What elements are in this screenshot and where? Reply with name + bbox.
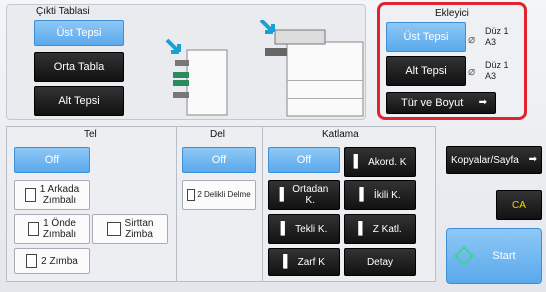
saddle-staple-label: Sirttan Zimba: [124, 218, 154, 240]
center-fold-label: Ortadan K.: [292, 184, 329, 206]
inserter-upper-paper-size: A3: [485, 37, 497, 47]
output-middle-tray-button[interactable]: Orta Tabla: [34, 52, 124, 82]
arrow-right-icon: ➡: [478, 97, 487, 108]
staple-doc-icon: [27, 222, 39, 236]
paper-icon: ⌀: [468, 64, 476, 78]
arrow-right-icon: ➡: [528, 154, 537, 165]
start-diamond-icon: [454, 246, 474, 266]
divider: [176, 126, 177, 282]
fold-icon: ▌: [279, 187, 289, 202]
accordion-fold-label: Akord. K: [368, 156, 407, 168]
accordion-fold-button[interactable]: ▌ Akord. K: [344, 147, 416, 177]
fold-icon: ▌: [280, 221, 290, 236]
book-icon: [106, 222, 121, 236]
staple-one-back-button[interactable]: 1 Arkada Zımbalı: [14, 180, 90, 210]
copies-per-set-button[interactable]: Kopyalar/Sayfa ➡: [446, 146, 542, 174]
inserter-upper-paper-type: Düz 1: [485, 26, 509, 36]
fold-detail-button[interactable]: Detay: [344, 248, 416, 276]
saddle-staple-button[interactable]: Sirttan Zimba: [92, 214, 168, 244]
two-staple-label: 2 Zımba: [41, 255, 78, 267]
output-lower-tray-button[interactable]: Alt Tepsi: [34, 86, 124, 116]
fold-section-title: Katlama: [322, 129, 359, 140]
z-fold-label: Z Katl.: [372, 223, 402, 235]
inserter-lower-paper-type: Düz 1: [485, 60, 509, 70]
envelope-fold-button[interactable]: ▌ Zarf K: [268, 248, 340, 276]
staple-one-back-label: 1 Arkada Zımbalı: [39, 184, 80, 206]
punch-icon: [187, 189, 196, 201]
fold-off-button[interactable]: Off: [268, 147, 340, 173]
clear-all-button[interactable]: CA: [496, 190, 542, 220]
inserter-lower-tray-button[interactable]: Alt Tepsi: [386, 56, 466, 86]
copies-per-set-label: Kopyalar/Sayfa: [451, 154, 519, 166]
staple-off-button[interactable]: Off: [14, 147, 90, 173]
staple-one-front-button[interactable]: 1 Önde Zımbalı: [14, 214, 90, 244]
fold-icon: ▌: [359, 187, 368, 202]
divider: [262, 126, 263, 282]
punch-section-title: Del: [210, 129, 226, 140]
fold-icon: ▌: [283, 254, 292, 269]
two-hole-punch-button[interactable]: 2 Delikli Delme: [182, 180, 256, 210]
type-and-size-label: Tür ve Boyut: [401, 96, 464, 109]
single-fold-label: Tekli K.: [295, 223, 328, 235]
staple-doc-icon: [24, 188, 36, 202]
staple-doc-icon: [26, 254, 38, 268]
inserter-upper-tray-button[interactable]: Üst Tepsi: [386, 22, 466, 52]
fold-icon: ▌: [353, 154, 363, 169]
start-button[interactable]: Start: [446, 228, 542, 284]
printer-illustration: [165, 20, 364, 117]
single-fold-button[interactable]: ▌ Tekli K.: [268, 214, 340, 244]
paper-icon: ⌀: [468, 32, 476, 46]
type-and-size-button[interactable]: Tür ve Boyut ➡: [386, 92, 496, 114]
staple-section-title: Tel: [84, 129, 97, 140]
two-hole-punch-label: 2 Delikli Delme: [197, 189, 251, 199]
output-upper-tray-button[interactable]: Üst Tepsi: [34, 20, 124, 46]
double-fold-button[interactable]: ▌ İkili K.: [344, 180, 416, 210]
punch-off-button[interactable]: Off: [182, 147, 256, 173]
envelope-fold-label: Zarf K: [297, 256, 325, 268]
inserter-lower-paper-size: A3: [485, 71, 497, 81]
double-fold-label: İkili K.: [373, 189, 401, 201]
copy-finishing-screen: Çıkti Tablasi Üst Tepsi Orta Tabla Alt T…: [0, 0, 546, 292]
staple-one-front-label: 1 Önde Zımbalı: [42, 218, 77, 240]
start-label: Start: [492, 249, 516, 262]
fold-icon: ▌: [358, 221, 367, 236]
z-fold-button[interactable]: ▌ Z Katl.: [344, 214, 416, 244]
inserter-title: Ekleyici: [435, 8, 469, 19]
output-tray-title: Çıkti Tablasi: [36, 6, 90, 17]
center-fold-button[interactable]: ▌ Ortadan K.: [268, 180, 340, 210]
two-staple-button[interactable]: 2 Zımba: [14, 248, 90, 274]
